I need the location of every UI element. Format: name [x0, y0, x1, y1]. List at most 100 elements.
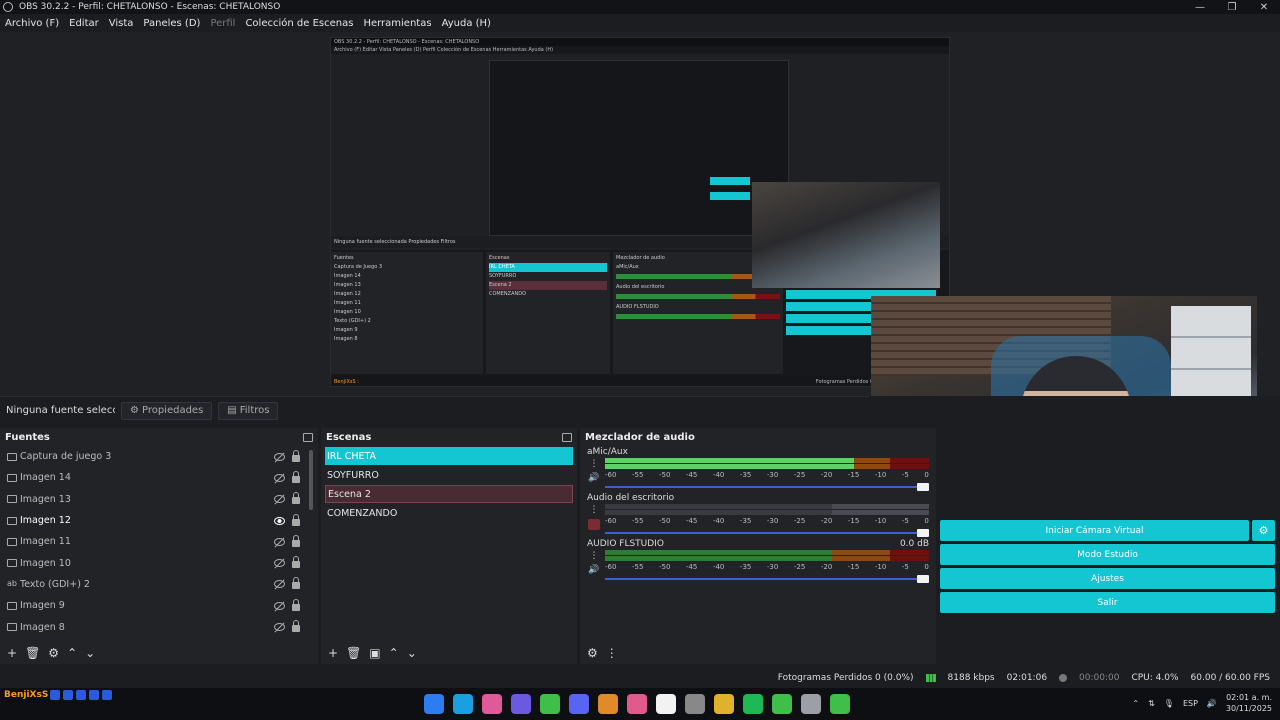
eye-off-icon[interactable]: [274, 559, 285, 568]
source-item[interactable]: Captura de juego 3: [0, 446, 318, 467]
source-item[interactable]: Imagen 14: [0, 467, 318, 488]
slider-knob[interactable]: [917, 529, 929, 537]
taskbar-app-icon[interactable]: [801, 694, 821, 714]
slider-knob[interactable]: [917, 575, 929, 583]
preview-canvas[interactable]: OBS 30.2.2 - Perfil: CHETALONSO - Escena…: [0, 32, 1280, 396]
language-indicator[interactable]: ESP: [1183, 699, 1198, 708]
undock-icon[interactable]: [303, 432, 313, 442]
eye-off-icon[interactable]: [274, 473, 285, 482]
lock-icon[interactable]: [292, 513, 300, 526]
volume-slider[interactable]: [605, 574, 929, 584]
lock-icon[interactable]: [292, 556, 300, 569]
source-item[interactable]: Imagen 9: [0, 595, 318, 616]
add-source-button[interactable]: +: [7, 646, 17, 660]
exit-button[interactable]: Salir: [940, 592, 1275, 613]
menu-herramientas[interactable]: Herramientas: [358, 18, 436, 29]
settings-button[interactable]: Ajustes: [940, 568, 1275, 589]
sources-scrollbar[interactable]: [309, 450, 313, 510]
source-item[interactable]: ab Texto (GDI+) 2: [0, 574, 318, 595]
volume-icon[interactable]: 🔊: [588, 565, 600, 576]
add-scene-button[interactable]: +: [328, 646, 338, 660]
move-up-button[interactable]: ⌃: [67, 646, 77, 660]
source-item[interactable]: Imagen 8: [0, 616, 318, 637]
taskbar-app-icon[interactable]: [743, 694, 763, 714]
taskbar-app-icon[interactable]: [453, 694, 473, 714]
move-up-button[interactable]: ⌃: [389, 646, 399, 660]
eye-icon[interactable]: [274, 516, 285, 525]
taskbar-app-icon[interactable]: [685, 694, 705, 714]
source-item[interactable]: Imagen 11: [0, 531, 318, 552]
taskbar-app-icon[interactable]: [540, 694, 560, 714]
taskbar-app-icon[interactable]: [482, 694, 502, 714]
track-menu-icon[interactable]: ⋮: [590, 505, 599, 515]
eye-off-icon[interactable]: [274, 580, 285, 589]
taskbar-app-icon[interactable]: [772, 694, 792, 714]
scene-filters-button[interactable]: ▣: [369, 646, 380, 660]
lock-icon[interactable]: [292, 534, 300, 547]
menu-paneles[interactable]: Paneles (D): [138, 18, 205, 29]
lock-icon[interactable]: [292, 598, 300, 611]
virtual-camera-settings-button[interactable]: ⚙: [1252, 520, 1275, 541]
taskbar-app-icon[interactable]: [714, 694, 734, 714]
source-item[interactable]: Imagen 12: [0, 510, 318, 531]
lock-icon[interactable]: [292, 449, 300, 462]
lock-icon[interactable]: [292, 492, 300, 505]
lock-icon[interactable]: [292, 470, 300, 483]
slider-knob[interactable]: [917, 483, 929, 491]
eye-off-icon[interactable]: [274, 537, 285, 546]
volume-icon[interactable]: 🔊: [588, 473, 600, 484]
taskbar-app-icon[interactable]: [569, 694, 589, 714]
remove-source-button[interactable]: 🗑: [25, 646, 40, 660]
menu-archivo[interactable]: Archivo (F): [0, 18, 64, 29]
mixer-menu-button[interactable]: ⋮: [606, 646, 618, 660]
taskbar-app-icon[interactable]: [511, 694, 531, 714]
undock-icon[interactable]: [562, 432, 572, 442]
scene-item[interactable]: IRL CHETA: [325, 447, 573, 465]
menu-ayuda[interactable]: Ayuda (H): [437, 18, 496, 29]
source-item[interactable]: Imagen 13: [0, 489, 318, 510]
microphone-icon[interactable]: 🎙: [1164, 699, 1174, 708]
eye-off-icon[interactable]: [274, 623, 285, 632]
taskbar-app-icon[interactable]: [424, 694, 444, 714]
muted-icon[interactable]: [588, 519, 600, 530]
menu-vista[interactable]: Vista: [104, 18, 139, 29]
eye-off-icon[interactable]: [274, 452, 285, 461]
maximize-button[interactable]: ❐: [1216, 2, 1248, 13]
menu-perfil[interactable]: Perfil: [205, 18, 240, 29]
start-virtual-camera-button[interactable]: Iniciar Cámara Virtual: [940, 520, 1249, 541]
remove-scene-button[interactable]: 🗑: [346, 646, 361, 660]
menu-coleccion[interactable]: Colección de Escenas: [240, 18, 358, 29]
network-icon[interactable]: ⇅: [1148, 699, 1155, 708]
scene-item[interactable]: COMENZANDO: [325, 504, 573, 522]
taskbar-app-icon[interactable]: [627, 694, 647, 714]
clock[interactable]: 02:01 a. m. 30/11/2025: [1226, 692, 1272, 714]
volume-icon[interactable]: 🔊: [1207, 699, 1217, 708]
close-button[interactable]: ✕: [1248, 2, 1280, 13]
badge-icon: [89, 690, 99, 700]
lock-icon[interactable]: [292, 620, 300, 633]
source-properties-button[interactable]: ⚙: [48, 646, 59, 660]
move-down-button[interactable]: ⌄: [407, 646, 417, 660]
taskbar-app-icon[interactable]: [830, 694, 850, 714]
advanced-audio-button[interactable]: ⚙: [587, 646, 598, 660]
track-menu-icon[interactable]: ⋮: [590, 551, 599, 561]
menu-editar[interactable]: Editar: [64, 18, 104, 29]
nested-user: BenjiXsS :: [334, 379, 359, 385]
scene-item[interactable]: SOYFURRO: [325, 466, 573, 484]
taskbar-app-icon[interactable]: [598, 694, 618, 714]
eye-off-icon[interactable]: [274, 601, 285, 610]
filters-button[interactable]: ▤ Filtros: [218, 401, 279, 420]
taskbar-app-icon[interactable]: [656, 694, 676, 714]
eye-off-icon[interactable]: [274, 495, 285, 504]
properties-button[interactable]: ⚙ Propiedades: [121, 401, 213, 420]
move-down-button[interactable]: ⌄: [85, 646, 95, 660]
minimize-button[interactable]: —: [1184, 2, 1216, 13]
track-menu-icon[interactable]: ⋮: [590, 459, 599, 469]
scene-item[interactable]: Escena 2: [325, 485, 573, 503]
chevron-up-icon[interactable]: ⌃: [1132, 699, 1139, 708]
volume-slider[interactable]: [605, 482, 929, 492]
studio-mode-button[interactable]: Modo Estudio: [940, 544, 1275, 565]
source-item[interactable]: Imagen 10: [0, 552, 318, 573]
lock-icon[interactable]: [292, 577, 300, 590]
volume-slider[interactable]: [605, 528, 929, 538]
